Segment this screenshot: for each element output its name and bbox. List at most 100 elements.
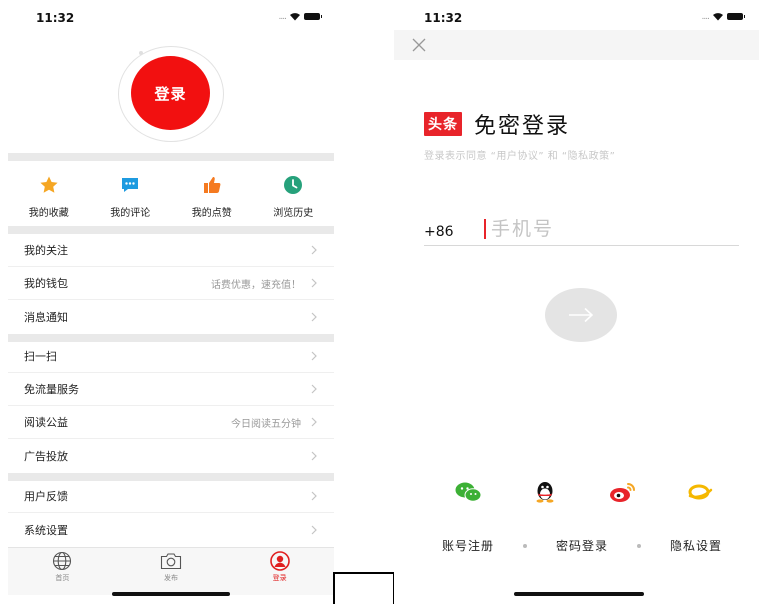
chevron-right-icon bbox=[311, 351, 317, 361]
login-button[interactable]: 登录 bbox=[131, 56, 210, 130]
brand-header: 头条 免密登录 bbox=[424, 108, 570, 140]
menu-item-scan[interactable]: 扫一扫 bbox=[8, 340, 334, 373]
close-icon[interactable] bbox=[412, 38, 426, 52]
agreement-text[interactable]: 登录表示同意 “用户协议” 和 “隐私政策” bbox=[424, 147, 615, 162]
quick-action-label: 浏览历史 bbox=[273, 208, 314, 219]
tab-label: 首页 bbox=[55, 574, 70, 582]
page-title: 免密登录 bbox=[474, 114, 571, 139]
password-login-link[interactable]: 密码登录 bbox=[556, 537, 608, 554]
quick-action-likes[interactable]: 我的点赞 bbox=[171, 170, 253, 224]
quick-action-favorites[interactable]: 我的收藏 bbox=[8, 170, 90, 224]
register-link[interactable]: 账号注册 bbox=[442, 537, 494, 554]
qq-icon[interactable] bbox=[531, 480, 559, 504]
arrow-right-icon bbox=[569, 307, 594, 323]
comment-icon bbox=[120, 175, 140, 195]
wifi-icon bbox=[713, 13, 723, 21]
chevron-right-icon bbox=[311, 278, 317, 288]
quick-action-history[interactable]: 浏览历史 bbox=[253, 170, 335, 224]
menu-item-reading-charity[interactable]: 阅读公益 今日阅读五分钟 bbox=[8, 406, 334, 439]
chevron-right-icon bbox=[311, 417, 317, 427]
login-screen: 11:32 .... 头条 免密登录 登录表示同意 “用户协议” 和 “隐私政策… bbox=[394, 0, 759, 604]
menu-item-following[interactable]: 我的关注 bbox=[8, 234, 334, 267]
chevron-right-icon bbox=[311, 525, 317, 534]
camera-icon bbox=[160, 551, 182, 571]
menu-item-label: 消息通知 bbox=[24, 310, 68, 324]
menu-group-2: 扫一扫 免流量服务 阅读公益 今日阅读五分钟 广告投放 bbox=[8, 340, 334, 472]
menu-item-label: 广告投放 bbox=[24, 449, 68, 463]
phone-input[interactable] bbox=[491, 217, 711, 240]
status-time: 11:32 bbox=[36, 11, 75, 25]
quick-action-comments[interactable]: 我的评论 bbox=[90, 170, 172, 224]
user-icon bbox=[269, 551, 291, 571]
country-code[interactable]: +86 bbox=[424, 224, 484, 240]
chevron-right-icon bbox=[311, 312, 317, 321]
menu-item-label: 系统设置 bbox=[24, 523, 68, 537]
chevron-right-icon bbox=[311, 491, 317, 501]
link-separator bbox=[636, 543, 641, 548]
status-bar: 11:32 .... bbox=[0, 0, 336, 30]
menu-item-feedback[interactable]: 用户反馈 bbox=[8, 480, 334, 513]
tab-home[interactable]: 首页 bbox=[8, 548, 117, 595]
section-divider bbox=[8, 226, 334, 234]
toutiao-logo: 头条 bbox=[424, 112, 462, 136]
home-indicator bbox=[514, 592, 644, 596]
phone-field: +86 bbox=[424, 212, 739, 246]
thumbs-up-icon bbox=[202, 175, 222, 195]
battery-icon bbox=[727, 13, 745, 20]
menu-group-3: 用户反馈 系统设置 bbox=[8, 480, 334, 546]
star-icon bbox=[39, 175, 59, 195]
privacy-settings-link[interactable]: 隐私设置 bbox=[670, 537, 722, 554]
chevron-right-icon bbox=[311, 451, 317, 460]
section-divider bbox=[8, 153, 334, 161]
tab-label: 登录 bbox=[272, 574, 287, 582]
quick-action-label: 我的点赞 bbox=[191, 208, 232, 219]
status-icons: .... bbox=[701, 11, 745, 22]
empty-frame bbox=[333, 572, 395, 604]
menu-item-label: 我的钱包 bbox=[24, 277, 68, 290]
wechat-icon[interactable] bbox=[454, 480, 482, 504]
menu-item-wallet[interactable]: 我的钱包 话费优惠，速充值！ bbox=[8, 267, 334, 300]
quick-action-label: 我的收藏 bbox=[28, 208, 69, 219]
status-icons: .... bbox=[278, 11, 322, 22]
ring-dot bbox=[139, 51, 143, 55]
battery-icon bbox=[304, 13, 322, 20]
globe-icon bbox=[51, 551, 73, 571]
profile-screen: 11:32 .... 登录 我的收藏 我的评论 我的点赞 浏览历史 我的关注 我… bbox=[0, 0, 336, 604]
link-separator bbox=[523, 543, 527, 548]
signal-icon: .... bbox=[701, 11, 711, 22]
menu-item-hint: 话费优惠，速充值！ bbox=[211, 279, 301, 291]
home-indicator bbox=[112, 592, 230, 596]
menu-item-label: 免流量服务 bbox=[24, 383, 79, 396]
tab-label: 发布 bbox=[164, 574, 178, 582]
tab-publish[interactable]: 发布 bbox=[117, 548, 226, 595]
chevron-right-icon bbox=[311, 384, 317, 394]
bottom-links: 账号注册 密码登录 隐私设置 bbox=[442, 537, 722, 554]
quick-action-label: 我的评论 bbox=[110, 208, 151, 219]
menu-group-1: 我的关注 我的钱包 话费优惠，速充值！ 消息通知 bbox=[8, 234, 334, 333]
menu-item-label: 用户反馈 bbox=[24, 490, 68, 503]
status-bar: 11:32 .... bbox=[394, 0, 759, 30]
menu-item-label: 扫一扫 bbox=[24, 350, 57, 363]
menu-item-label: 阅读公益 bbox=[24, 416, 68, 429]
nav-bar bbox=[394, 30, 759, 60]
clock-icon bbox=[283, 175, 303, 195]
quick-actions: 我的收藏 我的评论 我的点赞 浏览历史 bbox=[8, 170, 334, 224]
menu-item-hint: 今日阅读五分钟 bbox=[231, 418, 301, 430]
tab-login[interactable]: 登录 bbox=[225, 548, 334, 595]
weibo-icon[interactable] bbox=[609, 480, 637, 504]
menu-item-notifications[interactable]: 消息通知 bbox=[8, 300, 334, 333]
submit-button[interactable] bbox=[545, 288, 617, 342]
menu-item-settings[interactable]: 系统设置 bbox=[8, 513, 334, 546]
menu-item-ads[interactable]: 广告投放 bbox=[8, 439, 334, 472]
tianyi-icon[interactable] bbox=[686, 480, 714, 504]
menu-item-free-data[interactable]: 免流量服务 bbox=[8, 373, 334, 406]
social-login bbox=[454, 480, 714, 504]
text-cursor bbox=[484, 218, 486, 239]
login-button-label: 登录 bbox=[154, 84, 187, 103]
wifi-icon bbox=[290, 13, 300, 21]
status-time: 11:32 bbox=[424, 11, 463, 25]
chevron-right-icon bbox=[311, 245, 317, 255]
tab-bar: 首页 发布 登录 bbox=[8, 547, 334, 595]
signal-icon: .... bbox=[278, 11, 288, 22]
menu-item-label: 我的关注 bbox=[24, 244, 68, 257]
